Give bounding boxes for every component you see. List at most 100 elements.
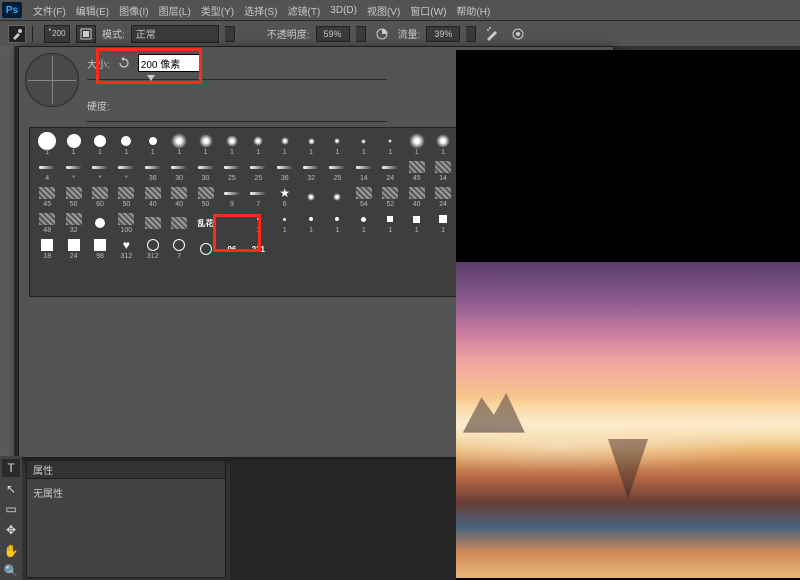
brush-preset-cell[interactable]: 1 [324,132,350,158]
brush-preset-cell[interactable]: 1 [430,210,456,236]
brush-preset-cell[interactable]: 45 [34,184,60,210]
brush-preset-cell[interactable]: 1 [377,210,403,236]
menu-help[interactable]: 帮助(H) [451,3,495,18]
brush-preset-cell[interactable]: 14 [430,158,456,184]
brush-preset-cell[interactable]: 4 [34,158,60,184]
brush-preset-cell[interactable]: 乱花 [192,210,218,236]
brush-preset-cell[interactable]: 24 [430,184,456,210]
brush-preset-cell[interactable] [87,210,113,236]
menu-filter[interactable]: 滤镜(T) [283,3,326,18]
brush-preset-cell[interactable] [298,236,324,262]
brush-preset-cell[interactable]: 7 [166,236,192,262]
brush-size-input[interactable] [138,54,200,72]
pressure-size-icon[interactable] [508,25,528,43]
brush-preset-cell[interactable]: 14 [351,158,377,184]
brush-preset-cell[interactable]: 40 [166,184,192,210]
brush-preset-cell[interactable]: 1 [192,132,218,158]
brush-preset-cell[interactable]: 9 [219,184,245,210]
brush-hardness-slider[interactable] [87,119,387,125]
brush-preset-cell[interactable]: 1 [403,210,429,236]
brush-preset-cell[interactable]: 96 [219,236,245,262]
brush-preset-cell[interactable]: 25 [324,158,350,184]
properties-tab[interactable]: 属性 [27,461,225,479]
tool-preset-picker[interactable] [8,25,26,43]
menu-window[interactable]: 窗口(W) [405,3,451,18]
brush-preset-cell[interactable]: 1 [272,210,298,236]
blend-mode-dropdown-icon[interactable] [225,26,235,42]
brush-preset-cell[interactable]: ♥312 [113,236,139,262]
move-tool[interactable]: ✥ [2,521,20,539]
brush-preset-cell[interactable]: 45 [403,158,429,184]
brush-preset-cell[interactable]: 54 [351,184,377,210]
brush-preset-cell[interactable]: 50 [113,184,139,210]
pressure-opacity-icon[interactable] [372,25,392,43]
brush-preset-cell[interactable]: 100 [113,210,139,236]
brush-size-slider[interactable] [87,77,387,83]
brush-preset-cell[interactable]: ★6 [272,184,298,210]
brush-preset-cell[interactable]: 50 [192,184,218,210]
brush-preset-cell[interactable]: 24 [60,236,86,262]
brush-preset-cell[interactable] [377,236,403,262]
brush-preset-cell[interactable] [298,184,324,210]
hand-tool[interactable]: ✋ [2,542,20,560]
brush-preset-cell[interactable] [403,236,429,262]
brush-preset-cell[interactable]: 1 [166,132,192,158]
path-selection-tool[interactable]: ↖ [2,480,20,498]
opacity-value[interactable]: 59% [316,26,350,42]
brush-preset-cell[interactable]: 1 [351,210,377,236]
menu-edit[interactable]: 编辑(E) [71,3,114,18]
brush-preset-cell[interactable]: 231 [245,236,271,262]
brush-preset-cell[interactable] [140,210,166,236]
brush-preset-size[interactable]: • 200 [44,25,70,43]
menu-type[interactable]: 类型(Y) [196,3,239,18]
brush-preset-cell[interactable]: 40 [403,184,429,210]
flow-dropdown-icon[interactable] [466,26,476,42]
brush-preset-cell[interactable]: 1 [298,132,324,158]
rectangle-tool[interactable]: ▭ [2,500,20,518]
brush-preset-cell[interactable] [166,210,192,236]
brush-preset-cell[interactable]: 1 [298,210,324,236]
brush-preset-cell[interactable]: 1 [351,132,377,158]
brush-preset-cell[interactable]: 25 [219,158,245,184]
brush-preset-cell[interactable]: 1 [324,210,350,236]
brush-preset-cell[interactable] [192,236,218,262]
menu-layer[interactable]: 图层(L) [154,3,196,18]
brush-preset-cell[interactable]: 7 [245,184,271,210]
brush-preset-cell[interactable]: 40 [140,184,166,210]
brush-angle-widget[interactable] [25,53,79,107]
brush-preset-cell[interactable]: 18 [34,236,60,262]
brush-preset-cell[interactable]: 1 [219,132,245,158]
flow-value[interactable]: 39% [426,26,460,42]
brush-preset-cell[interactable]: 50 [60,184,86,210]
brush-preset-cell[interactable] [324,236,350,262]
brush-preset-cell[interactable]: 1 [140,132,166,158]
brush-preset-cell[interactable]: 25 [245,158,271,184]
brush-preset-cell[interactable] [351,236,377,262]
brush-preset-cell[interactable]: 24 [377,158,403,184]
document-image[interactable] [456,262,800,578]
brush-preset-cell[interactable] [324,184,350,210]
menu-file[interactable]: 文件(F) [28,3,71,18]
opacity-dropdown-icon[interactable] [356,26,366,42]
menu-view[interactable]: 视图(V) [362,3,405,18]
brush-preset-cell[interactable]: 1 [34,132,60,158]
brush-preset-cell[interactable]: 48 [34,210,60,236]
blend-mode-select[interactable]: 正常 [131,25,219,43]
zoom-tool[interactable]: 🔍 [2,562,20,580]
brush-preset-cell[interactable]: 36 [140,158,166,184]
brush-preset-cell[interactable]: 36 [272,158,298,184]
brush-preset-cell[interactable]: 1 [403,132,429,158]
brush-preset-cell[interactable]: * [113,158,139,184]
brush-preset-cell[interactable]: 30 [166,158,192,184]
brush-preset-cell[interactable] [272,236,298,262]
brush-preset-cell[interactable]: 98 [87,236,113,262]
brush-preset-cell[interactable] [219,210,245,236]
brush-preset-cell[interactable]: 32 [60,210,86,236]
menu-select[interactable]: 选择(S) [239,3,282,18]
brush-preset-cell[interactable]: * [87,158,113,184]
brush-preset-cell[interactable]: 1 [113,132,139,158]
brush-preset-cell[interactable]: 1 [60,132,86,158]
brush-preset-cell[interactable]: 312 [140,236,166,262]
brush-preset-cell[interactable]: 1 [377,132,403,158]
brush-preset-cell[interactable]: 60 [87,184,113,210]
